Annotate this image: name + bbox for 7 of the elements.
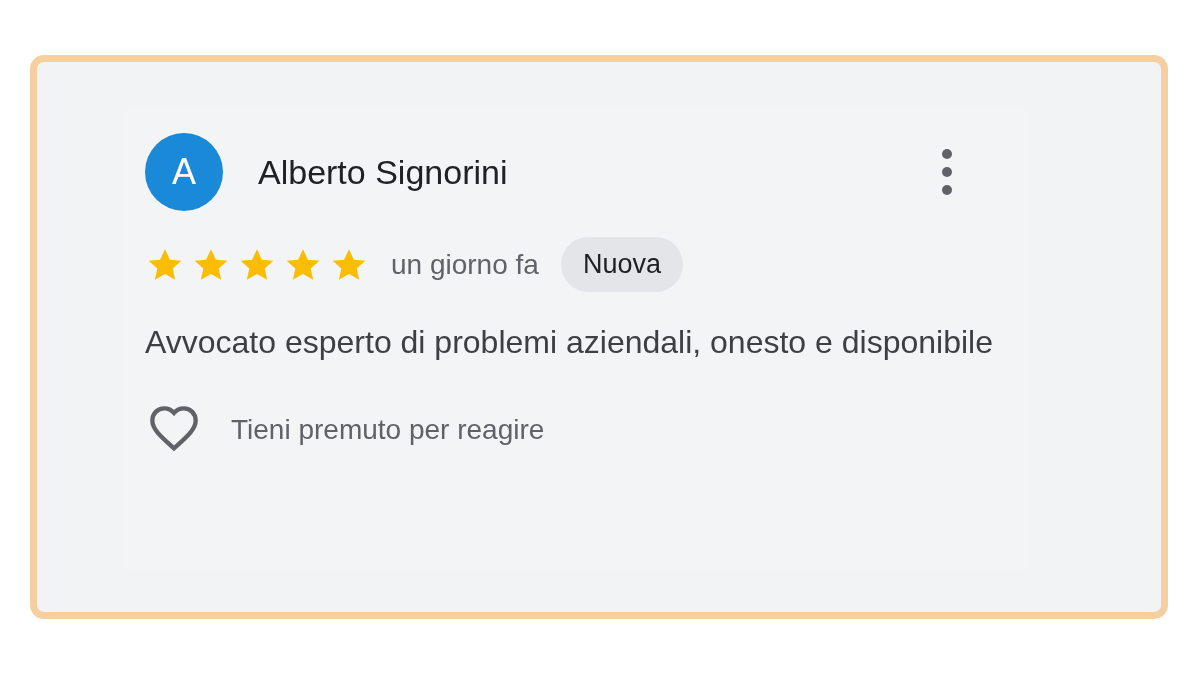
- review-time: un giorno fa: [391, 248, 539, 281]
- review-text: Avvocato esperto di problemi aziendali, onesto e disponibile: [145, 323, 994, 362]
- new-badge: Nuova: [560, 237, 683, 292]
- author-name: Alberto Signorini: [258, 152, 509, 192]
- more-options-icon[interactable]: [941, 148, 953, 196]
- reaction-hint: Tieni premuto per reagire: [231, 414, 545, 446]
- avatar: A: [145, 133, 223, 211]
